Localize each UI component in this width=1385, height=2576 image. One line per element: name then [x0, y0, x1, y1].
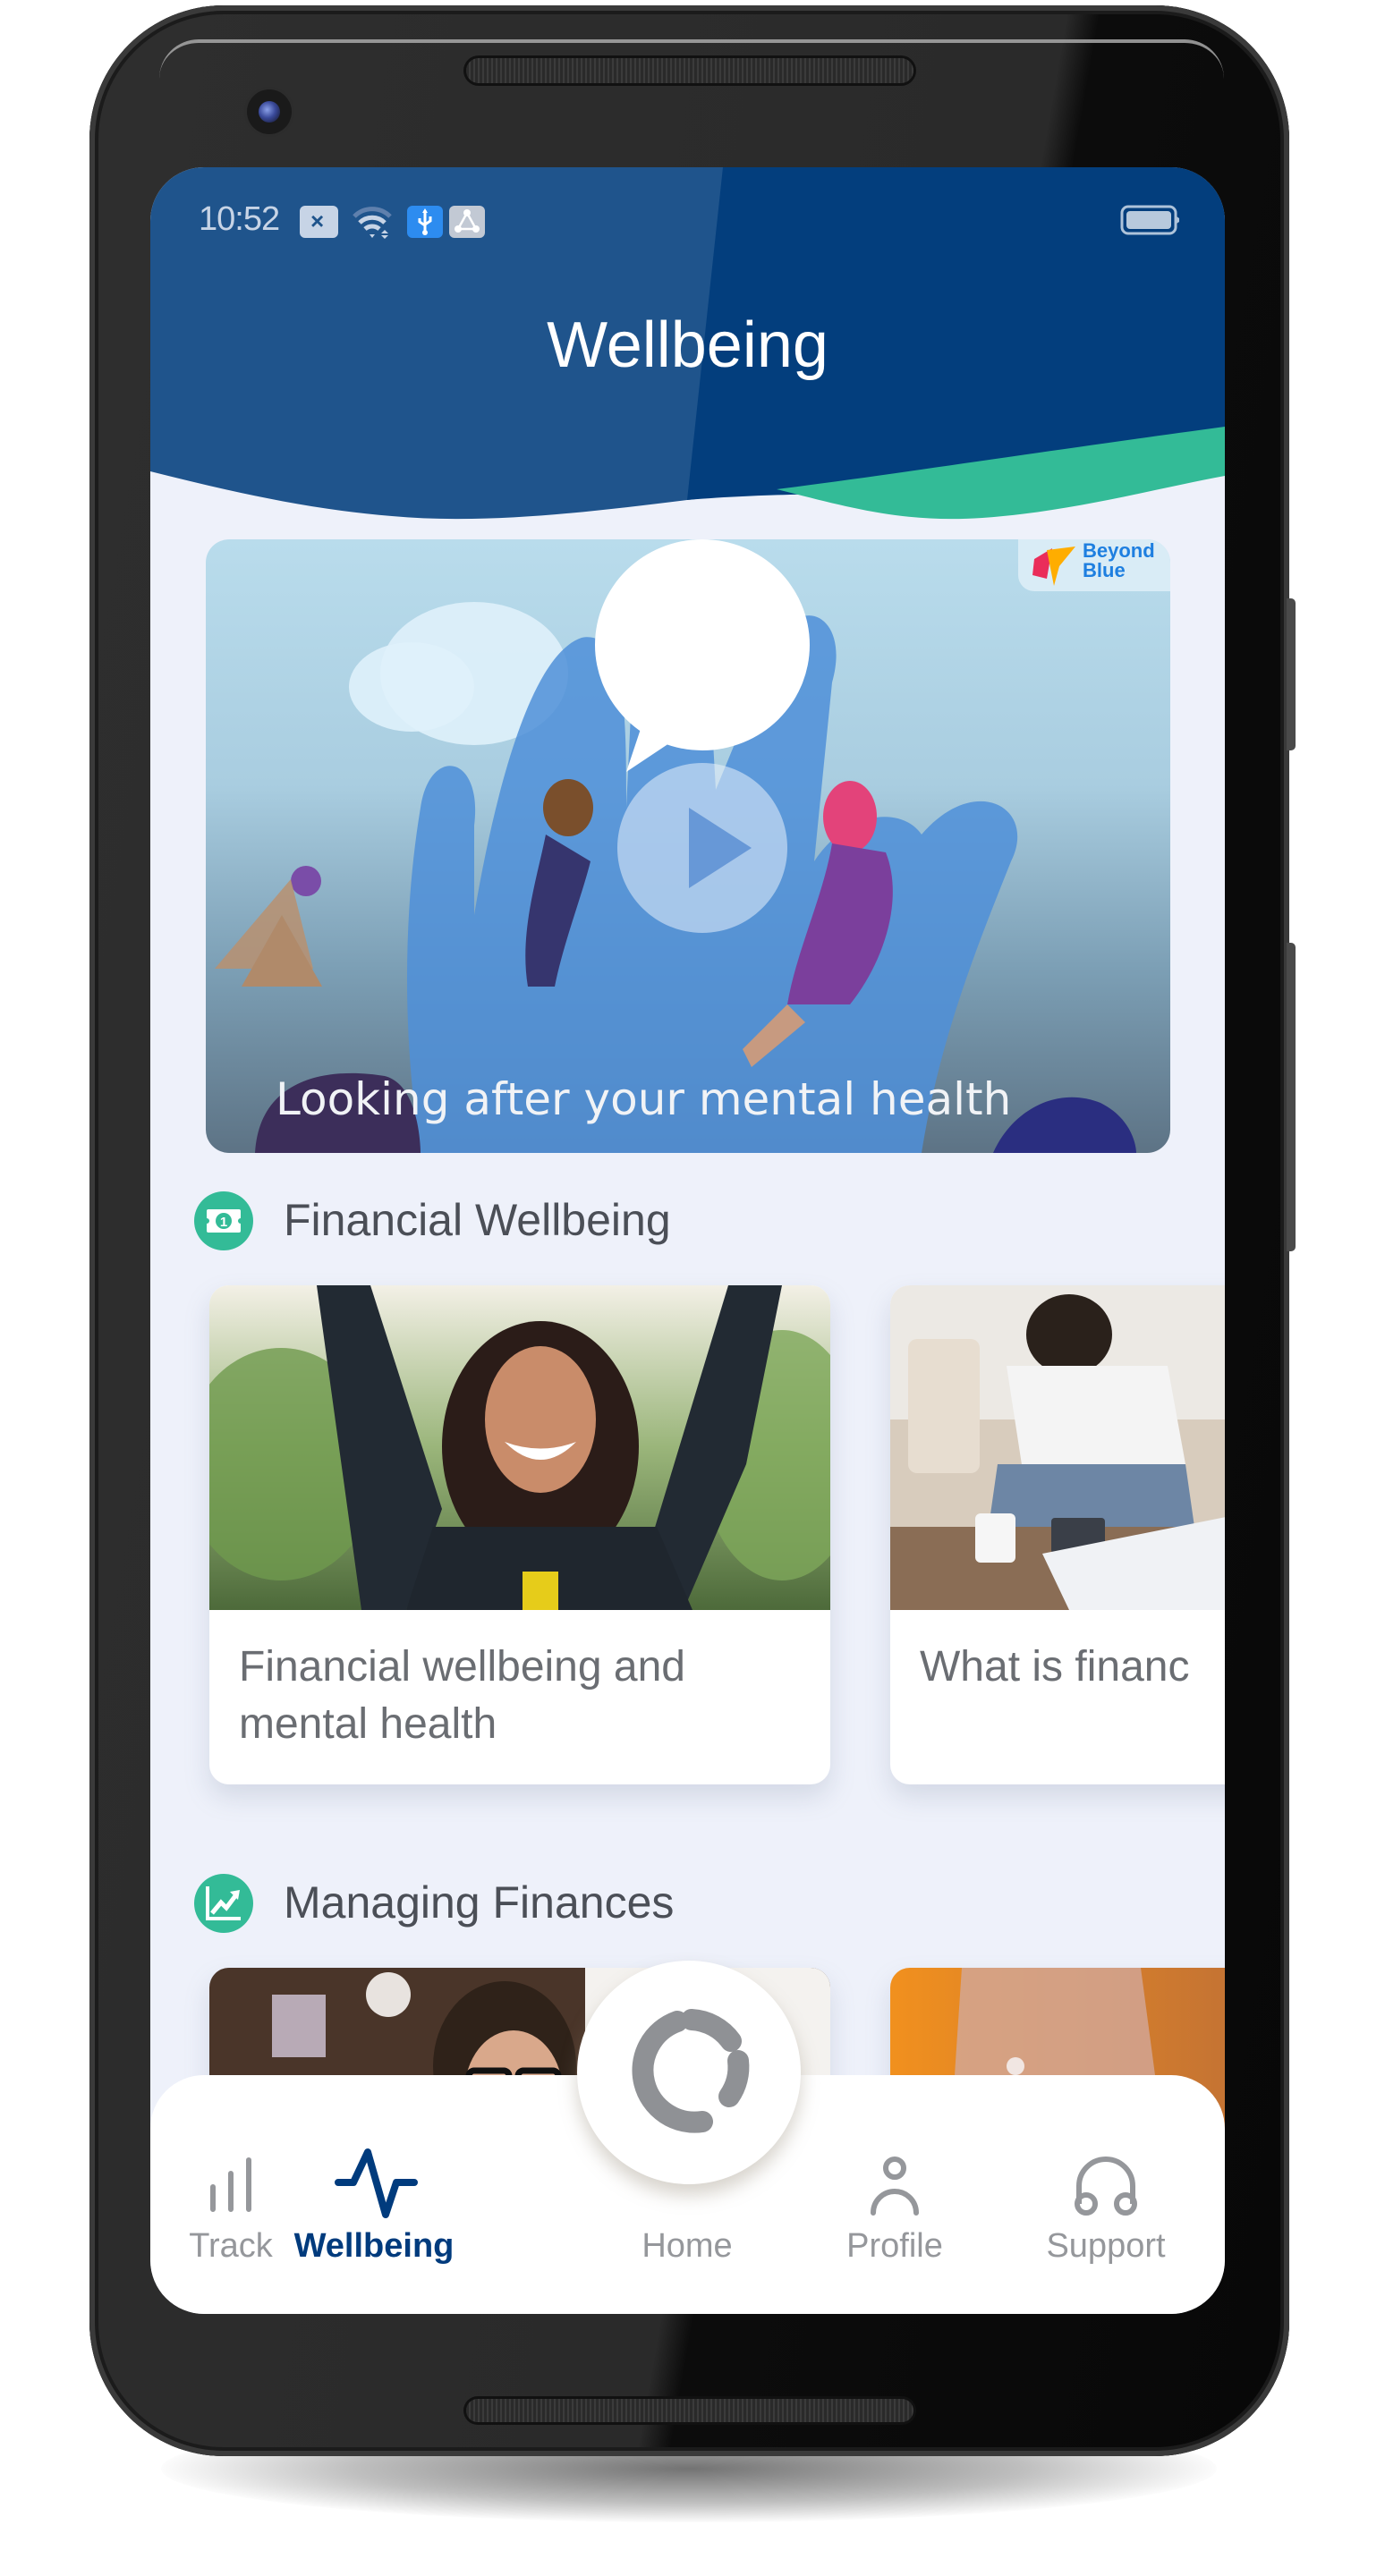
article-card[interactable]: What is financ	[890, 1285, 1225, 1784]
banknote-icon: 1	[194, 1191, 253, 1250]
nav-label-support: Support	[1046, 2227, 1166, 2265]
article-card-title: What is financ	[920, 1643, 1190, 1690]
power-button[interactable]	[1287, 598, 1296, 750]
bottom-speaker	[466, 2399, 913, 2422]
debug-share-icon	[449, 206, 485, 238]
video-caption: Looking after your mental health	[276, 1073, 1012, 1125]
beyond-blue-logo: Beyond Blue	[1018, 539, 1170, 591]
home-button[interactable]	[577, 1961, 801, 2184]
pulse-icon	[335, 2148, 418, 2218]
app-screen: 10:52 × Wellbeing Beyond Blue Looking af…	[150, 167, 1225, 2314]
article-card[interactable]: Financial wellbeing and mental health	[209, 1285, 830, 1784]
article-image-woman-celebrating	[209, 1285, 830, 1610]
wifi-icon	[353, 207, 392, 239]
svg-text:1: 1	[220, 1215, 227, 1230]
article-card-title: Financial wellbeing and mental health	[239, 1643, 685, 1748]
nav-item-profile[interactable]: Profile	[805, 2156, 984, 2299]
trending-up-chart-icon	[194, 1874, 253, 1933]
person-icon	[871, 2157, 919, 2216]
nav-item-support[interactable]: Support	[1016, 2156, 1195, 2299]
nav-item-wellbeing[interactable]: Wellbeing	[276, 2147, 472, 2299]
section-title-financial-wellbeing: Financial Wellbeing	[284, 1195, 671, 1245]
section-title-managing-finances: Managing Finances	[284, 1877, 675, 1928]
nav-label-home[interactable]: Home	[598, 2227, 777, 2266]
volume-rocker[interactable]	[1287, 943, 1296, 1251]
article-image-stressed-man	[890, 1285, 1225, 1610]
bar-chart-icon	[210, 2157, 251, 2212]
battery-icon	[1120, 205, 1179, 235]
video-thumbnail-illustration	[215, 539, 1136, 1153]
nav-label-profile: Profile	[846, 2227, 943, 2265]
sim-error-icon: ×	[300, 206, 338, 238]
home-logo-icon	[632, 2009, 750, 2133]
page-title: Wellbeing	[547, 309, 828, 381]
badge-line-1: Beyond	[1083, 539, 1155, 562]
badge-line-2: Blue	[1083, 559, 1126, 581]
front-camera-icon	[247, 89, 292, 134]
headphones-icon	[1075, 2157, 1137, 2216]
status-time: 10:52	[199, 200, 280, 238]
nav-label-wellbeing: Wellbeing	[293, 2227, 455, 2265]
usb-icon	[407, 206, 443, 238]
earpiece-speaker	[466, 58, 913, 83]
featured-video-card[interactable]: Beyond Blue Looking after your mental hea…	[206, 539, 1170, 1153]
